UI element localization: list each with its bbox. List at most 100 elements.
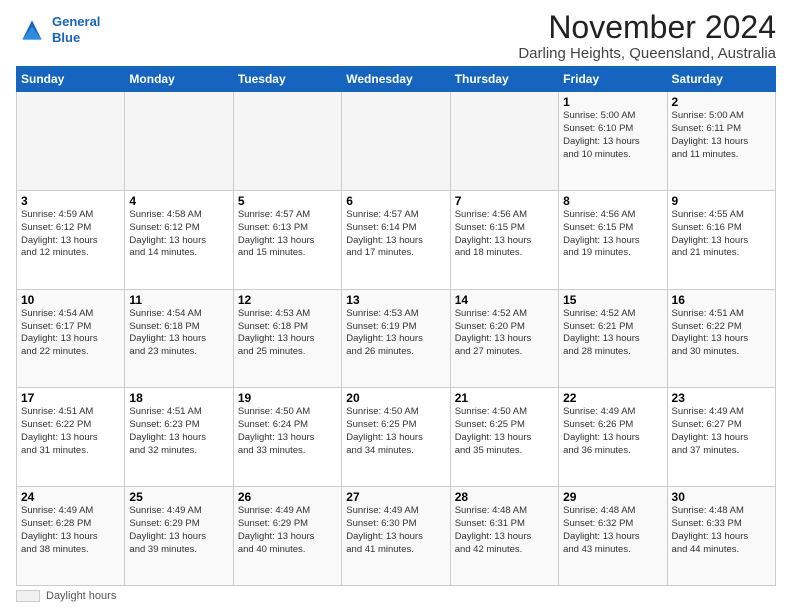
calendar-cell: 8Sunrise: 4:56 AM Sunset: 6:15 PM Daylig… bbox=[559, 190, 667, 289]
logo-icon bbox=[16, 14, 48, 46]
calendar-cell: 9Sunrise: 4:55 AM Sunset: 6:16 PM Daylig… bbox=[667, 190, 775, 289]
calendar-cell: 5Sunrise: 4:57 AM Sunset: 6:13 PM Daylig… bbox=[233, 190, 341, 289]
header: General Blue November 2024 Darling Heigh… bbox=[16, 10, 776, 62]
day-number: 9 bbox=[672, 194, 771, 208]
day-info: Sunrise: 4:54 AM Sunset: 6:18 PM Dayligh… bbox=[129, 308, 228, 359]
calendar-cell: 28Sunrise: 4:48 AM Sunset: 6:31 PM Dayli… bbox=[450, 487, 558, 586]
calendar-cell: 25Sunrise: 4:49 AM Sunset: 6:29 PM Dayli… bbox=[125, 487, 233, 586]
calendar-cell: 12Sunrise: 4:53 AM Sunset: 6:18 PM Dayli… bbox=[233, 289, 341, 388]
day-number: 15 bbox=[563, 293, 662, 307]
calendar-cell: 6Sunrise: 4:57 AM Sunset: 6:14 PM Daylig… bbox=[342, 190, 450, 289]
calendar-cell: 22Sunrise: 4:49 AM Sunset: 6:26 PM Dayli… bbox=[559, 388, 667, 487]
day-number: 20 bbox=[346, 391, 445, 405]
day-info: Sunrise: 4:51 AM Sunset: 6:22 PM Dayligh… bbox=[21, 406, 120, 457]
logo: General Blue bbox=[16, 14, 100, 46]
calendar-cell: 11Sunrise: 4:54 AM Sunset: 6:18 PM Dayli… bbox=[125, 289, 233, 388]
day-info: Sunrise: 4:56 AM Sunset: 6:15 PM Dayligh… bbox=[563, 209, 662, 260]
footer: Daylight hours bbox=[16, 590, 776, 602]
calendar-cell: 3Sunrise: 4:59 AM Sunset: 6:12 PM Daylig… bbox=[17, 190, 125, 289]
day-number: 14 bbox=[455, 293, 554, 307]
calendar-week-3: 10Sunrise: 4:54 AM Sunset: 6:17 PM Dayli… bbox=[17, 289, 776, 388]
calendar-cell: 10Sunrise: 4:54 AM Sunset: 6:17 PM Dayli… bbox=[17, 289, 125, 388]
day-info: Sunrise: 4:50 AM Sunset: 6:24 PM Dayligh… bbox=[238, 406, 337, 457]
day-info: Sunrise: 4:49 AM Sunset: 6:29 PM Dayligh… bbox=[238, 505, 337, 556]
day-info: Sunrise: 4:54 AM Sunset: 6:17 PM Dayligh… bbox=[21, 308, 120, 359]
day-info: Sunrise: 4:49 AM Sunset: 6:28 PM Dayligh… bbox=[21, 505, 120, 556]
daylight-label: Daylight hours bbox=[46, 590, 116, 602]
calendar-cell bbox=[450, 92, 558, 191]
day-number: 1 bbox=[563, 95, 662, 109]
day-info: Sunrise: 4:50 AM Sunset: 6:25 PM Dayligh… bbox=[346, 406, 445, 457]
day-info: Sunrise: 4:48 AM Sunset: 6:33 PM Dayligh… bbox=[672, 505, 771, 556]
day-number: 3 bbox=[21, 194, 120, 208]
day-number: 11 bbox=[129, 293, 228, 307]
day-number: 5 bbox=[238, 194, 337, 208]
calendar-header-thursday: Thursday bbox=[450, 67, 558, 92]
day-number: 26 bbox=[238, 490, 337, 504]
day-number: 23 bbox=[672, 391, 771, 405]
calendar-cell: 26Sunrise: 4:49 AM Sunset: 6:29 PM Dayli… bbox=[233, 487, 341, 586]
calendar-cell bbox=[233, 92, 341, 191]
calendar-cell: 21Sunrise: 4:50 AM Sunset: 6:25 PM Dayli… bbox=[450, 388, 558, 487]
day-info: Sunrise: 4:48 AM Sunset: 6:32 PM Dayligh… bbox=[563, 505, 662, 556]
day-info: Sunrise: 4:49 AM Sunset: 6:30 PM Dayligh… bbox=[346, 505, 445, 556]
calendar-header-saturday: Saturday bbox=[667, 67, 775, 92]
day-info: Sunrise: 5:00 AM Sunset: 6:10 PM Dayligh… bbox=[563, 110, 662, 161]
day-number: 28 bbox=[455, 490, 554, 504]
title-block: November 2024 Darling Heights, Queenslan… bbox=[518, 10, 776, 62]
daylight-bar bbox=[16, 590, 40, 602]
day-number: 8 bbox=[563, 194, 662, 208]
calendar-week-5: 24Sunrise: 4:49 AM Sunset: 6:28 PM Dayli… bbox=[17, 487, 776, 586]
calendar-cell bbox=[342, 92, 450, 191]
calendar-table: SundayMondayTuesdayWednesdayThursdayFrid… bbox=[16, 66, 776, 586]
calendar-cell: 2Sunrise: 5:00 AM Sunset: 6:11 PM Daylig… bbox=[667, 92, 775, 191]
day-info: Sunrise: 4:49 AM Sunset: 6:27 PM Dayligh… bbox=[672, 406, 771, 457]
day-info: Sunrise: 4:52 AM Sunset: 6:21 PM Dayligh… bbox=[563, 308, 662, 359]
calendar-cell: 15Sunrise: 4:52 AM Sunset: 6:21 PM Dayli… bbox=[559, 289, 667, 388]
day-number: 27 bbox=[346, 490, 445, 504]
day-info: Sunrise: 4:53 AM Sunset: 6:19 PM Dayligh… bbox=[346, 308, 445, 359]
day-number: 12 bbox=[238, 293, 337, 307]
day-info: Sunrise: 4:51 AM Sunset: 6:23 PM Dayligh… bbox=[129, 406, 228, 457]
day-info: Sunrise: 4:57 AM Sunset: 6:13 PM Dayligh… bbox=[238, 209, 337, 260]
logo-general: General bbox=[52, 14, 100, 29]
day-info: Sunrise: 4:56 AM Sunset: 6:15 PM Dayligh… bbox=[455, 209, 554, 260]
day-info: Sunrise: 4:57 AM Sunset: 6:14 PM Dayligh… bbox=[346, 209, 445, 260]
calendar-cell: 14Sunrise: 4:52 AM Sunset: 6:20 PM Dayli… bbox=[450, 289, 558, 388]
calendar-cell bbox=[125, 92, 233, 191]
calendar-cell: 20Sunrise: 4:50 AM Sunset: 6:25 PM Dayli… bbox=[342, 388, 450, 487]
day-number: 21 bbox=[455, 391, 554, 405]
calendar-cell: 27Sunrise: 4:49 AM Sunset: 6:30 PM Dayli… bbox=[342, 487, 450, 586]
day-number: 25 bbox=[129, 490, 228, 504]
day-info: Sunrise: 4:49 AM Sunset: 6:29 PM Dayligh… bbox=[129, 505, 228, 556]
day-number: 17 bbox=[21, 391, 120, 405]
calendar-cell: 29Sunrise: 4:48 AM Sunset: 6:32 PM Dayli… bbox=[559, 487, 667, 586]
calendar-cell: 13Sunrise: 4:53 AM Sunset: 6:19 PM Dayli… bbox=[342, 289, 450, 388]
page: General Blue November 2024 Darling Heigh… bbox=[0, 0, 792, 612]
day-info: Sunrise: 4:49 AM Sunset: 6:26 PM Dayligh… bbox=[563, 406, 662, 457]
calendar-week-1: 1Sunrise: 5:00 AM Sunset: 6:10 PM Daylig… bbox=[17, 92, 776, 191]
calendar-header-row: SundayMondayTuesdayWednesdayThursdayFrid… bbox=[17, 67, 776, 92]
day-info: Sunrise: 4:53 AM Sunset: 6:18 PM Dayligh… bbox=[238, 308, 337, 359]
day-number: 4 bbox=[129, 194, 228, 208]
main-title: November 2024 bbox=[518, 10, 776, 45]
day-number: 18 bbox=[129, 391, 228, 405]
logo-blue: Blue bbox=[52, 30, 80, 45]
day-number: 6 bbox=[346, 194, 445, 208]
day-number: 30 bbox=[672, 490, 771, 504]
calendar-cell: 30Sunrise: 4:48 AM Sunset: 6:33 PM Dayli… bbox=[667, 487, 775, 586]
day-number: 19 bbox=[238, 391, 337, 405]
day-number: 16 bbox=[672, 293, 771, 307]
calendar-cell: 4Sunrise: 4:58 AM Sunset: 6:12 PM Daylig… bbox=[125, 190, 233, 289]
subtitle: Darling Heights, Queensland, Australia bbox=[518, 45, 776, 62]
day-number: 22 bbox=[563, 391, 662, 405]
day-info: Sunrise: 4:50 AM Sunset: 6:25 PM Dayligh… bbox=[455, 406, 554, 457]
calendar-header-monday: Monday bbox=[125, 67, 233, 92]
day-info: Sunrise: 5:00 AM Sunset: 6:11 PM Dayligh… bbox=[672, 110, 771, 161]
calendar-cell: 1Sunrise: 5:00 AM Sunset: 6:10 PM Daylig… bbox=[559, 92, 667, 191]
day-info: Sunrise: 4:55 AM Sunset: 6:16 PM Dayligh… bbox=[672, 209, 771, 260]
day-info: Sunrise: 4:52 AM Sunset: 6:20 PM Dayligh… bbox=[455, 308, 554, 359]
day-info: Sunrise: 4:58 AM Sunset: 6:12 PM Dayligh… bbox=[129, 209, 228, 260]
day-number: 24 bbox=[21, 490, 120, 504]
calendar-week-4: 17Sunrise: 4:51 AM Sunset: 6:22 PM Dayli… bbox=[17, 388, 776, 487]
